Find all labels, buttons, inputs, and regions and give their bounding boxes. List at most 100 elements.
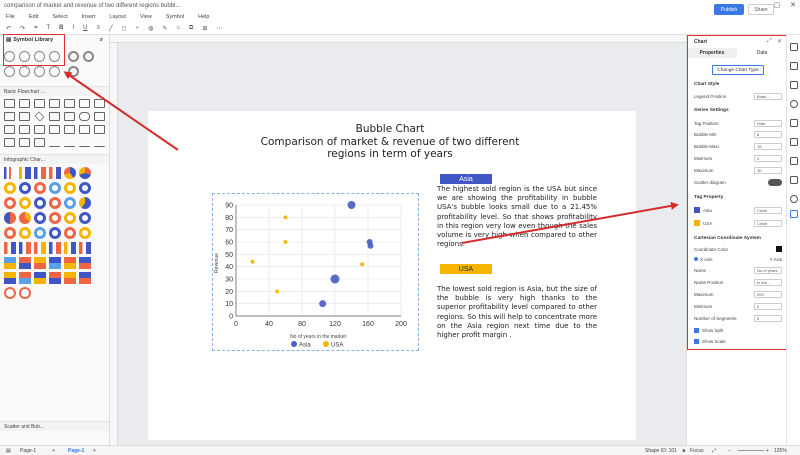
donut-chart-icon[interactable]	[79, 227, 91, 239]
bar-chart-icon[interactable]	[19, 167, 31, 179]
asia-shape-select[interactable]: Circle	[754, 206, 782, 214]
menu-layout[interactable]: Layout	[109, 14, 126, 20]
icon-chart-icon[interactable]	[64, 257, 76, 269]
italic-icon[interactable]: I	[72, 25, 74, 31]
tag-position-select[interactable]: Hide	[754, 119, 782, 127]
fit-icon[interactable]: ⤢	[712, 448, 716, 454]
bar-chart-icon[interactable]	[49, 167, 61, 179]
process-shape[interactable]	[4, 99, 15, 108]
donut-chart-icon[interactable]	[49, 212, 61, 224]
donut-chart-icon[interactable]	[64, 182, 76, 194]
name-position-select[interactable]: In the...	[754, 278, 782, 286]
search-icon[interactable]: ⌕	[100, 37, 103, 44]
donut-chart-icon[interactable]	[34, 197, 46, 209]
focus-button[interactable]: Focus	[690, 448, 704, 454]
more-icon[interactable]: ⋯	[216, 25, 222, 32]
icon-chart-icon[interactable]	[79, 257, 91, 269]
donut-chart-icon[interactable]	[64, 197, 76, 209]
donut-chart-icon[interactable]	[49, 197, 61, 209]
connector-icon[interactable]: ⌐	[136, 25, 140, 31]
ring-shape[interactable]	[83, 51, 94, 62]
ring-chart-icon[interactable]	[19, 287, 31, 299]
ring-shape[interactable]	[68, 51, 79, 62]
layers-icon[interactable]	[790, 119, 798, 127]
undo-icon[interactable]: ↶	[6, 25, 11, 32]
process-shape[interactable]	[19, 138, 30, 147]
underline-icon[interactable]: U	[83, 25, 87, 31]
usa-description[interactable]: The lowest sold region is Asia, but the …	[437, 285, 597, 340]
process-shape[interactable]	[94, 99, 105, 108]
donut-chart-icon[interactable]	[4, 182, 16, 194]
process-shape[interactable]	[4, 112, 15, 121]
pie-chart-icon[interactable]	[64, 167, 76, 179]
axis-min-input[interactable]: 0	[754, 302, 782, 310]
bubble-max-input[interactable]: 16	[754, 142, 782, 150]
decision-shape[interactable]	[34, 111, 45, 122]
zoom-level[interactable]: 125%	[774, 448, 787, 454]
process-shape[interactable]	[64, 112, 75, 121]
bubble-chart[interactable]: 0 10 20 30 40 50 60 70 80 90 0 40 80 120 160 200 Revenu…	[212, 193, 419, 351]
process-shape[interactable]	[34, 138, 45, 147]
add-page-tab-icon[interactable]: +	[93, 448, 96, 454]
align-icon[interactable]: ≡	[96, 25, 100, 31]
process-shape[interactable]	[4, 138, 15, 147]
donut-chart-icon[interactable]	[79, 212, 91, 224]
process-shape[interactable]	[19, 125, 30, 134]
usa-label[interactable]: USA	[440, 264, 492, 274]
minimum-input[interactable]: 0	[754, 154, 782, 162]
menu-symbol[interactable]: Symbol	[166, 14, 184, 20]
donut-chart-icon[interactable]	[49, 227, 61, 239]
bar-chart-icon[interactable]	[34, 242, 46, 254]
bar-chart-icon[interactable]	[79, 242, 91, 254]
icon-chart-icon[interactable]	[4, 257, 16, 269]
tab-data[interactable]: Data	[737, 48, 787, 58]
donut-chart-icon[interactable]	[4, 227, 16, 239]
terminator-shape[interactable]	[79, 112, 90, 121]
publish-button[interactable]: Publish	[714, 4, 744, 15]
icon-chart-icon[interactable]	[4, 272, 16, 284]
bar-chart-icon[interactable]	[4, 167, 16, 179]
menu-edit[interactable]: Edit	[29, 14, 38, 20]
asia-color-swatch[interactable]	[694, 207, 700, 213]
axis-max-input[interactable]: 200	[754, 290, 782, 298]
bar-chart-icon[interactable]	[4, 242, 16, 254]
donut-chart-icon[interactable]	[49, 182, 61, 194]
zoom-slider[interactable]	[738, 450, 764, 451]
maximize-icon[interactable]: ▢	[774, 1, 781, 9]
pie-chart-icon[interactable]	[79, 167, 91, 179]
process-shape[interactable]	[64, 125, 75, 134]
process-shape[interactable]	[79, 99, 90, 108]
process-shape[interactable]	[79, 125, 90, 134]
process-shape[interactable]	[94, 112, 105, 121]
menu-select[interactable]: Select	[52, 14, 67, 20]
bar-chart-icon[interactable]	[49, 242, 61, 254]
image-icon[interactable]	[790, 81, 798, 89]
scatter-toggle[interactable]	[768, 178, 782, 186]
connector-shape[interactable]	[64, 138, 75, 147]
menu-insert[interactable]: Insert	[82, 14, 96, 20]
line-icon[interactable]: ╱	[109, 25, 113, 32]
close-panel-icon[interactable]: ✕	[777, 38, 782, 45]
page-selector[interactable]: Page-1	[20, 448, 36, 454]
section-infographic-charts[interactable]: Infographic Char...	[0, 154, 109, 164]
donut-chart-icon[interactable]	[34, 212, 46, 224]
tab-properties[interactable]: Properties	[687, 48, 737, 58]
fill-icon[interactable]: ◍	[148, 25, 153, 32]
donut-chart-icon[interactable]	[34, 182, 46, 194]
donut-chart-icon[interactable]	[64, 212, 76, 224]
expand-icon[interactable]	[790, 176, 798, 184]
theme-icon[interactable]	[790, 100, 798, 108]
cross-circle-shape[interactable]	[34, 66, 45, 77]
zoom-in-icon[interactable]: +	[766, 448, 769, 454]
connector-shape[interactable]	[94, 138, 105, 147]
page-tab[interactable]: Page-1	[68, 448, 84, 454]
arrange-icon[interactable]: ⧉	[189, 25, 193, 32]
bold-icon[interactable]: B	[59, 25, 63, 31]
change-chart-type-button[interactable]: Change Chart Type	[712, 65, 764, 75]
pie-chart-icon[interactable]	[19, 212, 31, 224]
history-icon[interactable]	[790, 195, 798, 203]
donut-chart-icon[interactable]	[34, 227, 46, 239]
donut-chart-icon[interactable]	[19, 182, 31, 194]
chart-icon[interactable]	[790, 210, 798, 218]
y-axis-option[interactable]: Y Axis	[770, 257, 782, 262]
